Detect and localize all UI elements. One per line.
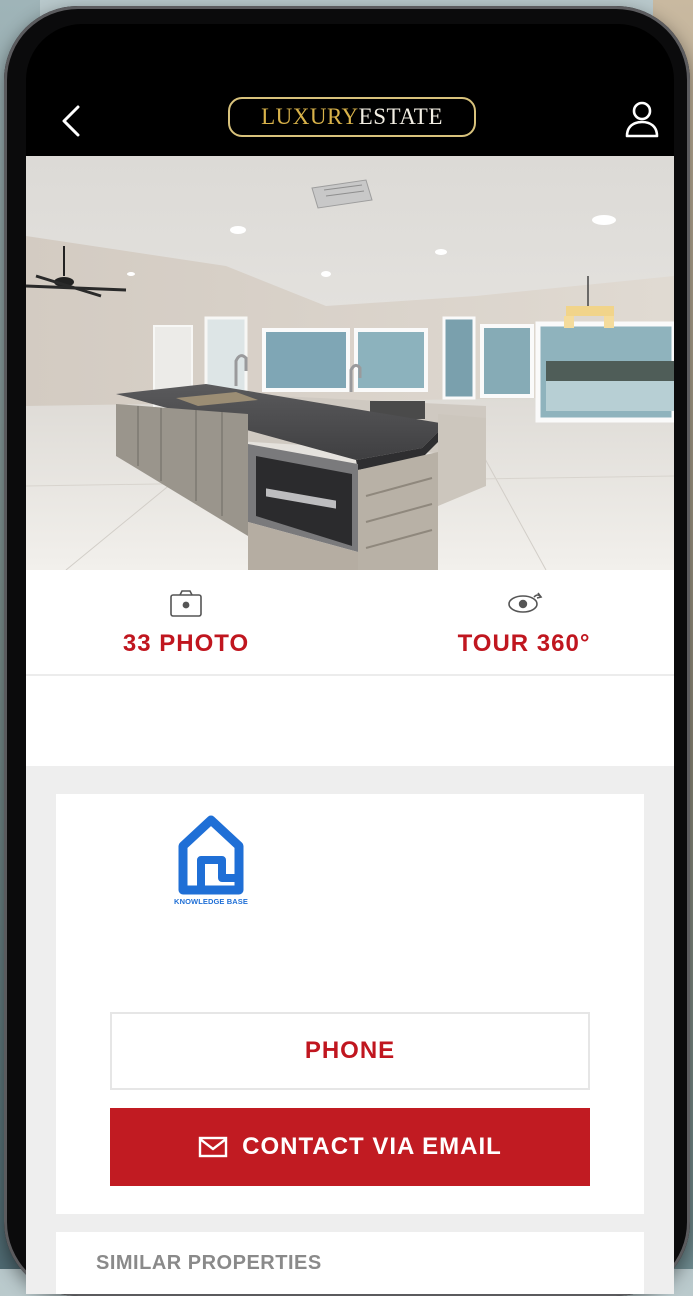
phone-frame: LUXURY ESTATE 33 PHOTO TOUR 360° KNOWLED…	[4, 6, 690, 1296]
logo-word-estate: ESTATE	[358, 104, 443, 129]
phone-button-label: PHONE	[304, 1037, 396, 1064]
eye-360-icon	[508, 592, 543, 613]
agent-logo-text: KNOWLEDGE BASE	[174, 897, 248, 906]
phone-screen: LUXURY ESTATE 33 PHOTO TOUR 360° KNOWLED…	[26, 24, 674, 1294]
app-header: LUXURY ESTATE	[26, 84, 674, 156]
similar-properties-title: SIMILAR PROPERTIES	[96, 1252, 322, 1274]
camera-icon	[170, 590, 202, 617]
blank-section	[26, 676, 674, 766]
listing-photo[interactable]	[26, 156, 674, 570]
envelope-icon	[198, 1136, 228, 1158]
photo-count-label: 33 PHOTO	[122, 630, 250, 657]
agent-card: KNOWLEDGE BASE PHONE CONTACT VIA EMAIL	[56, 794, 644, 1214]
photo-gallery-button[interactable]: 33 PHOTO	[86, 588, 286, 658]
house-logo-icon	[178, 815, 244, 895]
back-chevron-icon[interactable]	[56, 104, 86, 138]
user-profile-icon[interactable]	[624, 100, 660, 140]
media-actions-bar: 33 PHOTO TOUR 360°	[26, 570, 674, 676]
tour-360-label: TOUR 360°	[457, 630, 591, 657]
phone-button[interactable]: PHONE	[110, 1012, 590, 1090]
contact-email-button[interactable]: CONTACT VIA EMAIL	[110, 1108, 590, 1186]
contact-email-label: CONTACT VIA EMAIL	[242, 1133, 502, 1160]
similar-properties-section: SIMILAR PROPERTIES	[56, 1232, 644, 1294]
tour-360-button[interactable]: TOUR 360°	[424, 588, 624, 658]
logo-word-luxury: LUXURY	[261, 104, 359, 129]
brand-logo[interactable]: LUXURY ESTATE	[228, 97, 476, 137]
